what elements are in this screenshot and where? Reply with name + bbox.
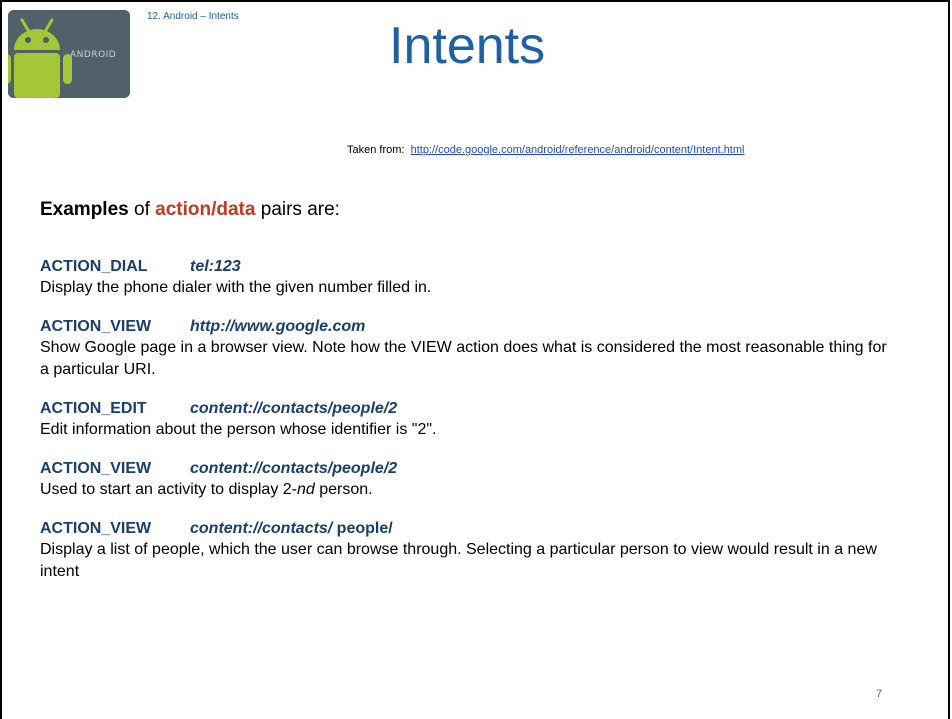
list-item: ACTION_VIEW content://contacts/ people/ D…	[40, 519, 900, 583]
source-link[interactable]: http://code.google.com/android/reference…	[411, 144, 745, 156]
heading-rest: pairs are:	[260, 199, 340, 220]
entry-data: content://contacts/people/2	[190, 400, 398, 417]
entry-action: ACTION_EDIT	[40, 400, 147, 417]
source-line: Taken from: http://code.google.com/andro…	[347, 144, 744, 156]
entry-description: Display a list of people, which the user…	[40, 541, 877, 580]
entry-header: ACTION_VIEW http://www.google.com	[40, 317, 900, 337]
entry-description: Display the phone dialer with the given …	[40, 279, 432, 296]
heading-examples: Examples	[40, 199, 129, 220]
example-list: ACTION_DIAL tel:123 Display the phone dia…	[40, 257, 900, 601]
list-item: ACTION_EDIT content://contacts/people/2 E…	[40, 399, 900, 441]
entry-action: ACTION_DIAL	[40, 258, 148, 275]
section-heading: Examples of action/data pairs are:	[40, 199, 340, 221]
heading-accent: action/data	[155, 199, 256, 220]
list-item: ACTION_DIAL tel:123 Display the phone dia…	[40, 257, 900, 299]
entry-data: tel:123	[190, 258, 241, 275]
page-number: 7	[876, 688, 883, 700]
logo-wordmark: ANDROID	[70, 50, 117, 60]
entry-header: ACTION_EDIT content://contacts/people/2	[40, 399, 900, 419]
entry-description-ordinal: nd	[297, 481, 315, 498]
entry-action: ACTION_VIEW	[40, 520, 152, 537]
entry-header: ACTION_VIEW content://contacts/ people/	[40, 519, 900, 539]
list-item: ACTION_VIEW content://contacts/people/2 U…	[40, 459, 900, 501]
list-item: ACTION_VIEW http://www.google.com Show Go…	[40, 317, 900, 381]
entry-action: ACTION_VIEW	[40, 318, 152, 335]
entry-data: content://contacts/people/2	[190, 460, 398, 477]
entry-description: Edit information about the person whose …	[40, 421, 437, 438]
entry-data: http://www.google.com	[190, 318, 366, 335]
entry-data: content://contacts/	[190, 520, 333, 537]
source-label: Taken from:	[347, 144, 405, 156]
entry-description: Show Google page in a browser view. Note…	[40, 339, 887, 378]
slide: ANDROID 12. Android – Intents Intents Ta…	[0, 0, 950, 719]
android-logo: ANDROID	[8, 10, 130, 98]
entry-description: Used to start an activity to display 2-n…	[40, 479, 900, 501]
entry-description-end: person.	[314, 481, 373, 498]
entry-action: ACTION_VIEW	[40, 460, 152, 477]
breadcrumb: 12. Android – Intents	[147, 11, 239, 22]
entry-header: ACTION_DIAL tel:123	[40, 257, 900, 277]
page-title: Intents	[389, 17, 546, 75]
entry-data-extra: people/	[332, 520, 393, 537]
entry-header: ACTION_VIEW content://contacts/people/2	[40, 459, 900, 479]
entry-description-start: Used to start an activity to display 2-	[40, 481, 297, 498]
heading-of: of	[134, 199, 150, 220]
